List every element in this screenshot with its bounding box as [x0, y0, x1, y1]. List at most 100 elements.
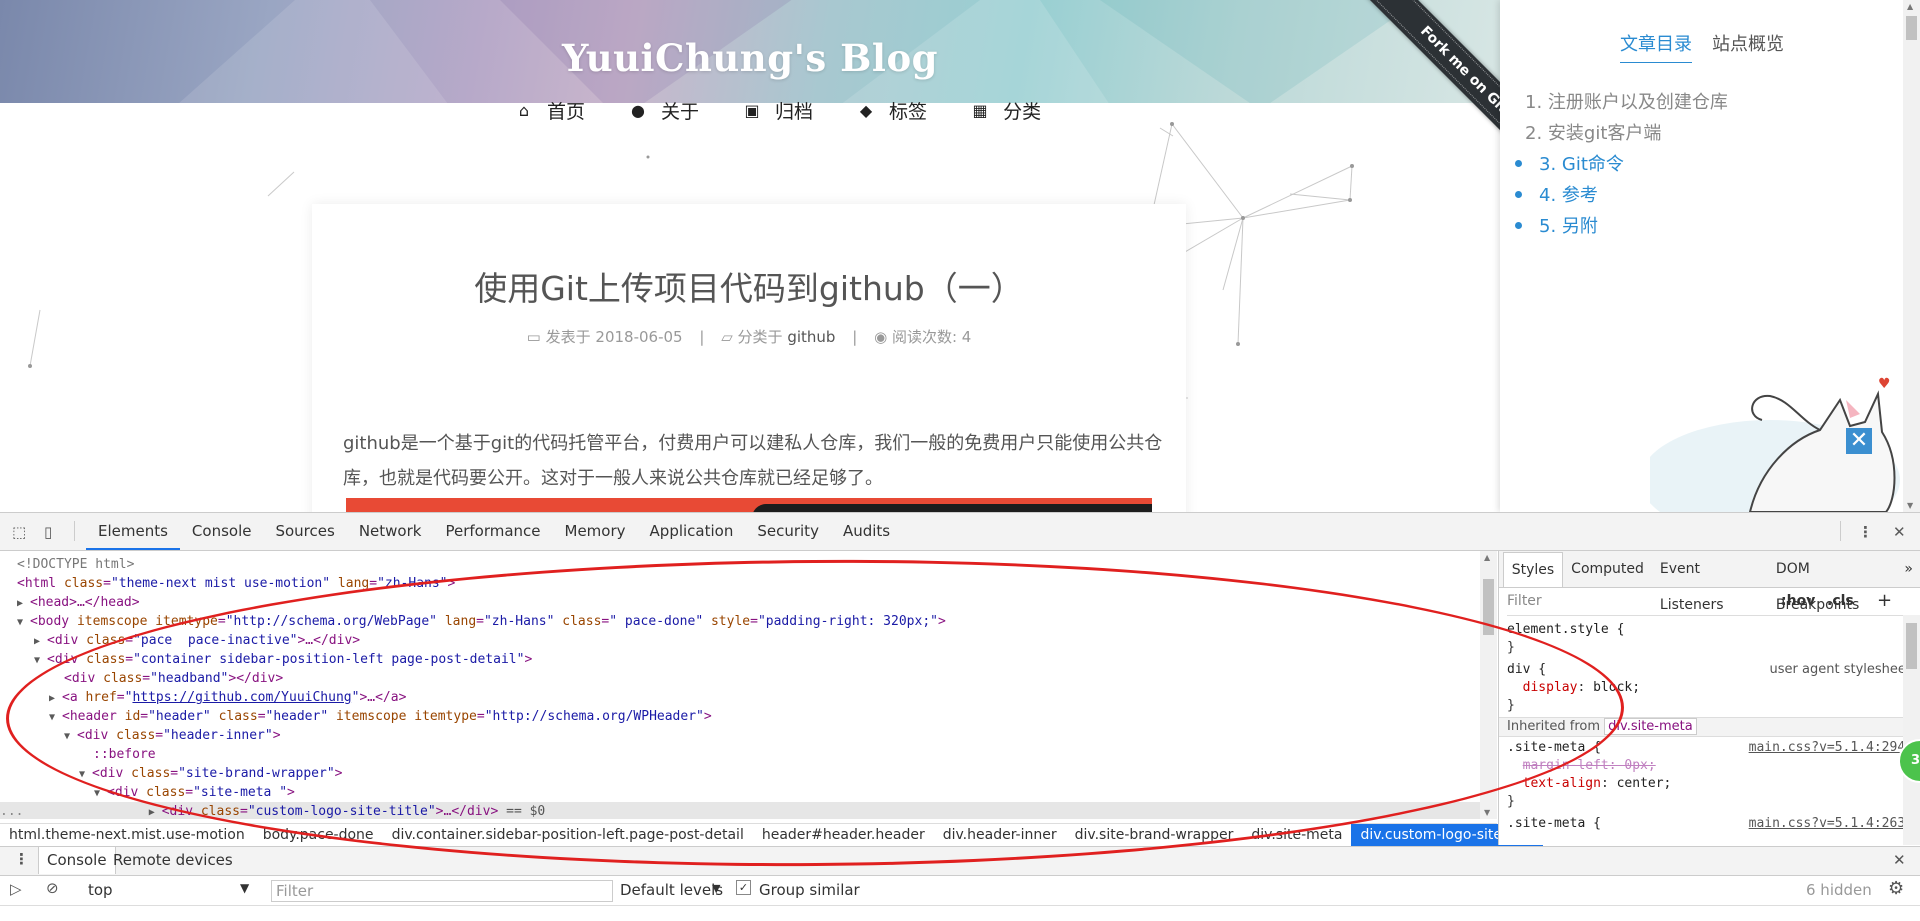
breadcrumb-item[interactable]: body.pace-done [254, 827, 383, 843]
category-link[interactable]: github [787, 328, 835, 346]
style-declaration[interactable]: text-align: center; [1507, 775, 1917, 793]
dom-node[interactable]: ▶ <div class="pace pace-inactive">…</div> [34, 631, 360, 650]
post-title[interactable]: 使用Git上传项目代码到github（一） [312, 262, 1186, 310]
nav-about[interactable]: ● 关于 [629, 96, 699, 124]
scroll-down-icon[interactable]: ▼ [1484, 808, 1490, 817]
gear-icon[interactable]: ⚙ [1888, 878, 1904, 899]
chevron-down-icon[interactable]: ▼ [240, 881, 249, 895]
dom-node[interactable]: <!DOCTYPE html> [17, 555, 134, 574]
inherited-header: Inherited from div.site-meta [1499, 717, 1917, 737]
dom-node[interactable]: ▼ <body itemscope itemtype="http://schema… [17, 612, 946, 631]
tab-toc[interactable]: 文章目录 [1620, 30, 1692, 63]
toc-list: 1. 注册账户以及创建仓库 2. 安装git客户端 3. Git命令 4. 参考… [1515, 88, 1728, 243]
style-rule-selector[interactable]: .site-meta {main.css?v=5.1.4:2635 [1507, 815, 1917, 833]
source-link[interactable]: main.css?v=5.1.4:2635 [1749, 815, 1913, 833]
chevron-down-icon[interactable]: ▼ [712, 882, 720, 895]
dom-node[interactable]: ▼ <div class="header-inner"> [64, 726, 281, 745]
device-toggle-icon[interactable]: ▯ [44, 523, 62, 541]
dom-node[interactable]: ▼ <div class="container sidebar-position-… [34, 650, 532, 669]
toc-item[interactable]: 5. 另附 [1515, 212, 1728, 243]
close-icon[interactable]: ✕ [1846, 428, 1872, 454]
tab-computed[interactable]: Computed [1563, 551, 1652, 587]
post-body: github是一个基于git的代码托管平台，付费用户可以建私人仓库，我们一般的免… [343, 426, 1163, 496]
elements-scrollbar[interactable]: ▲ ▼ [1480, 551, 1497, 819]
breadcrumb-item[interactable]: div.site-brand-wrapper [1066, 827, 1243, 843]
drawer-tab-console[interactable]: Console [38, 847, 116, 874]
inherited-link[interactable]: div.site-meta [1604, 718, 1697, 735]
dom-node[interactable]: <html class="theme-next mist use-motion"… [17, 574, 455, 593]
nav-home[interactable]: ⌂ 首页 [515, 96, 585, 124]
breadcrumb-item[interactable]: div.container.sidebar-position-left.page… [383, 827, 753, 843]
breadcrumb-item[interactable]: html.theme-next.mist.use-motion [0, 827, 254, 843]
dom-node[interactable]: ▶ <head>…</head> [17, 593, 140, 612]
dom-node[interactable]: <div class="headband"></div> [64, 669, 283, 688]
console-filter-input[interactable]: Filter [271, 880, 613, 902]
close-devtools-icon[interactable]: ✕ [1893, 523, 1911, 541]
more-tabs-icon[interactable]: » [1896, 551, 1920, 587]
dom-node[interactable]: ▼ <div class="site-meta "> [94, 783, 295, 802]
toc-item[interactable]: 1. 注册账户以及创建仓库 [1525, 88, 1728, 119]
breadcrumb-item[interactable]: header#header.header [753, 827, 934, 843]
clear-console-icon[interactable]: ⊘ [46, 879, 59, 897]
nav-categories[interactable]: ▦ 分类 [971, 96, 1042, 124]
close-drawer-icon[interactable]: ✕ [1893, 851, 1906, 869]
tab-memory[interactable]: Memory [553, 513, 638, 550]
style-declaration[interactable]: display: block; [1507, 679, 1917, 697]
scrollbar-thumb[interactable] [1906, 16, 1917, 40]
collapse-triangle-icon: ▼ [64, 731, 71, 742]
dom-node[interactable]: ▶ <a href="https://github.com/YuuiChung">… [49, 688, 406, 707]
drawer-menu-icon[interactable]: ⋮ [14, 850, 29, 868]
more-options-icon[interactable]: ⋮ [1858, 523, 1876, 541]
scroll-up-icon[interactable]: ▲ [1907, 2, 1913, 11]
hov-toggle[interactable]: :hov [1781, 593, 1815, 609]
scroll-down-icon[interactable]: ▼ [1907, 501, 1913, 510]
source-link[interactable]: main.css?v=5.1.4:2946 [1749, 739, 1913, 757]
blog-title[interactable]: YuuiChung's Blog [0, 36, 1500, 80]
scrollbar-thumb[interactable] [1483, 579, 1494, 635]
tab-styles[interactable]: Styles [1502, 551, 1564, 587]
page-scrollbar[interactable]: ▲ ▼ [1903, 0, 1920, 512]
category-label: 分类于 [737, 328, 783, 346]
context-select[interactable]: top [88, 881, 113, 899]
tab-overview[interactable]: 站点概览 [1712, 30, 1784, 63]
tab-application[interactable]: Application [638, 513, 746, 550]
cls-toggle[interactable]: .cls [1827, 593, 1854, 609]
tab-network[interactable]: Network [347, 513, 434, 550]
drawer-tab-remote-devices[interactable]: Remote devices [113, 847, 233, 874]
scroll-up-icon[interactable]: ▲ [1484, 553, 1490, 562]
style-rule-selector[interactable]: div {user agent stylesheet [1507, 661, 1917, 679]
style-declaration[interactable]: margin-left: 0px; [1507, 757, 1917, 775]
scrollbar-thumb[interactable] [1906, 623, 1917, 669]
toc-item[interactable]: 3. Git命令 [1515, 150, 1728, 181]
nav-tags[interactable]: ◆ 标签 [857, 96, 927, 124]
tab-performance[interactable]: Performance [433, 513, 552, 550]
styles-scrollbar[interactable] [1903, 615, 1920, 845]
dom-node-selected[interactable]: ... ▶ <div class="custom-logo-site-title"… [0, 802, 1480, 819]
default-levels-select[interactable]: Default levels [620, 881, 723, 899]
style-rule-selector[interactable]: .site-meta {main.css?v=5.1.4:2946 [1507, 739, 1917, 757]
nav-archive[interactable]: ▣ 归档 [743, 96, 813, 124]
toc-item[interactable]: 4. 参考 [1515, 181, 1728, 212]
breadcrumb-item[interactable]: div.header-inner [934, 827, 1066, 843]
calendar-icon: ▭ [526, 328, 541, 346]
add-rule-icon[interactable]: + [1877, 590, 1892, 611]
nav-tags-label: 标签 [889, 100, 928, 123]
group-similar-checkbox[interactable]: ✓ [736, 880, 751, 895]
post-paragraph-line: github是一个基于git的代码托管平台，付费用户可以建私人仓库，我们一般的免… [343, 433, 1163, 454]
styles-filter-input[interactable]: Filter :hov .cls + [1507, 590, 1907, 616]
sidebar-toggle-icon[interactable]: ▷ [10, 880, 22, 898]
style-rule-selector[interactable]: element.style { [1507, 621, 1917, 639]
tab-elements[interactable]: Elements [86, 513, 180, 550]
tab-dom-breakpoints[interactable]: DOM Breakpoints [1768, 551, 1897, 613]
tab-audits[interactable]: Audits [831, 513, 902, 550]
toc-item[interactable]: 2. 安装git客户端 [1525, 119, 1728, 150]
inspect-element-icon[interactable]: ⬚ [12, 523, 30, 541]
dom-node[interactable]: ::before [93, 745, 156, 764]
dom-node[interactable]: ▼ <div class="site-brand-wrapper"> [79, 764, 342, 783]
tab-sources[interactable]: Sources [263, 513, 346, 550]
dom-node[interactable]: ▼ <header id="header" class="header" item… [49, 707, 712, 726]
breadcrumb-item[interactable]: div.site-meta [1242, 827, 1351, 843]
tab-security[interactable]: Security [745, 513, 831, 550]
tab-event-listeners[interactable]: Event Listeners [1652, 551, 1768, 613]
tab-console[interactable]: Console [180, 513, 264, 550]
